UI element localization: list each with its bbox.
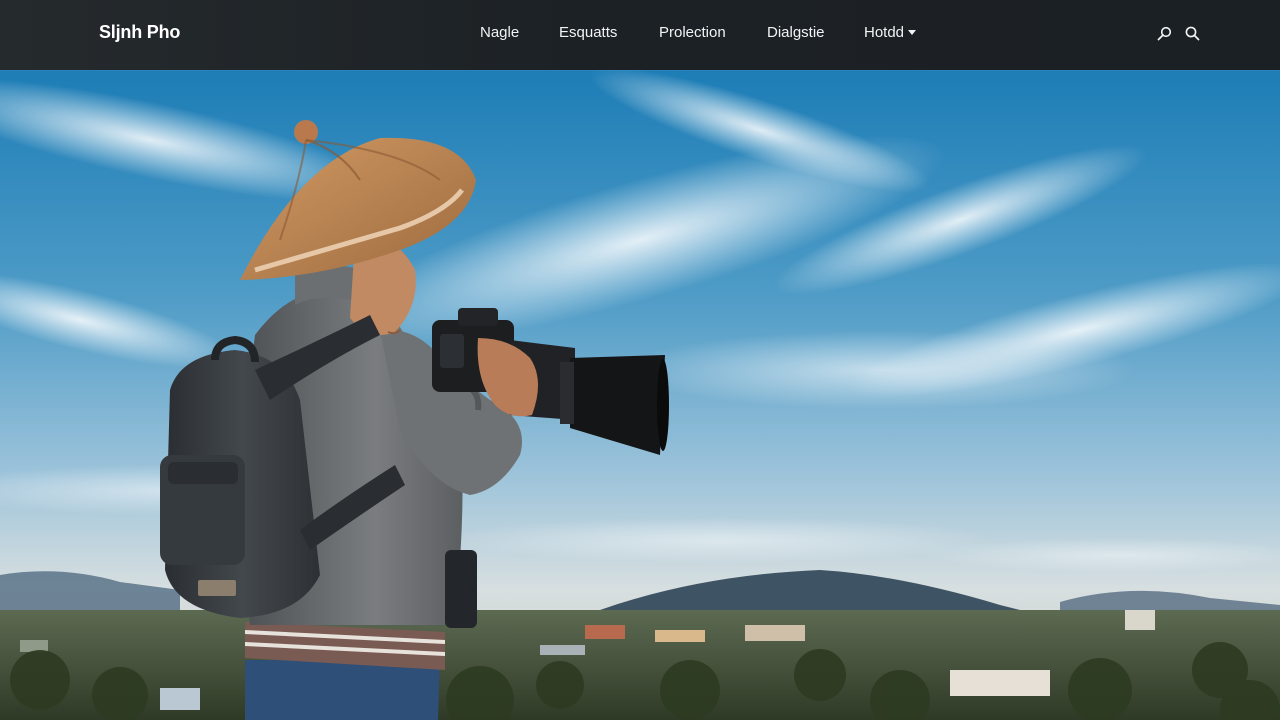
nav-item-5-dropdown[interactable]: Hotdd [864,24,917,41]
nav-item-1[interactable]: Nagle [480,24,519,41]
search-icon[interactable] [1155,24,1175,44]
photo-landing-page: Sljnh Pho Nagle Esquatts Prolection Dial… [0,0,1280,720]
nav-item-3[interactable]: Prolection [659,24,726,41]
nav-item-5-label: Hotdd [864,24,905,41]
main-nav: Nagle Esquatts Prolection Dialgstie Hotd… [0,24,1280,44]
magnifier-icon-graphic [1185,26,1200,41]
nav-item-2[interactable]: Esquatts [559,24,617,41]
chevron-down-icon [908,29,917,35]
hero-image [0,70,1280,720]
magnifier-icon[interactable] [1183,24,1203,44]
jeans [245,660,440,720]
nav-item-4[interactable]: Dialgstie [767,24,825,41]
search-icon-graphic [1157,26,1172,41]
hero-scene [0,70,1280,720]
top-navigation-bar: Sljnh Pho Nagle Esquatts Prolection Dial… [0,0,1280,70]
